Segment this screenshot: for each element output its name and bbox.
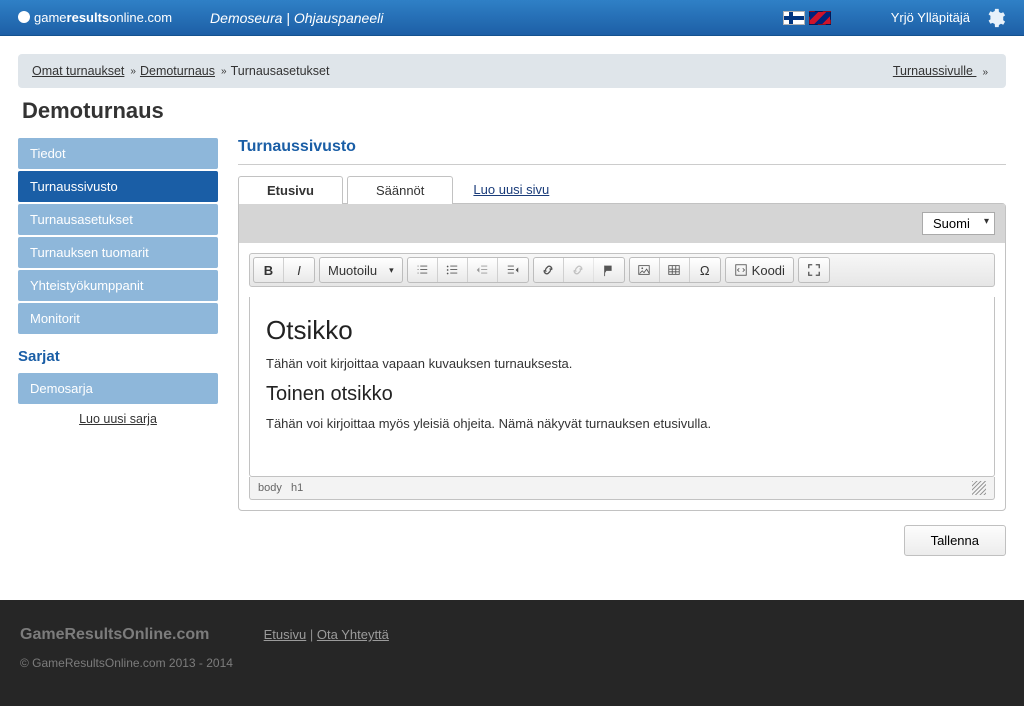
flag-uk-icon[interactable] (809, 11, 831, 25)
content-paragraph-1[interactable]: Tähän voit kirjoittaa vapaan kuvauksen t… (266, 356, 978, 371)
create-new-page-link[interactable]: Luo uusi sivu (473, 182, 549, 197)
editor-content[interactable]: Otsikko Tähän voit kirjoittaa vapaan kuv… (249, 297, 995, 477)
tab-saannot[interactable]: Säännöt (347, 176, 453, 204)
sidebar-item-monitorit[interactable]: Monitorit (18, 303, 218, 334)
special-char-button[interactable]: Ω (690, 258, 720, 282)
logo[interactable]: gameresultsonline.com (18, 10, 172, 25)
breadcrumb-tournament-page-link[interactable]: Turnaussivulle (893, 64, 977, 78)
footer-brand: GameResultsOnline.com (20, 626, 260, 644)
element-path-bar: body h1 (249, 477, 995, 500)
brand-part-results: results (67, 10, 110, 25)
bold-button[interactable]: B (254, 258, 284, 282)
maximize-button[interactable] (799, 258, 829, 282)
unlink-button[interactable] (564, 258, 594, 282)
save-button[interactable]: Tallenna (904, 525, 1006, 556)
sidebar: Tiedot Turnaussivusto Turnausasetukset T… (18, 138, 218, 556)
source-code-button[interactable]: Koodi (726, 258, 793, 282)
brand-part-online: online.com (109, 10, 172, 25)
language-select[interactable]: Suomi (922, 212, 995, 235)
logo-bubble-icon (18, 11, 30, 23)
chevron-right-icon: » (221, 66, 225, 77)
italic-button[interactable]: I (284, 258, 314, 282)
bullet-list-button[interactable] (438, 258, 468, 282)
user-area: Yrjö Ylläpitäjä (891, 7, 1006, 29)
numbered-list-button[interactable] (408, 258, 438, 282)
breadcrumb-current: Turnausasetukset (231, 64, 330, 78)
sidebar-create-series-link[interactable]: Luo uusi sarja (18, 412, 218, 426)
content-paragraph-2[interactable]: Tähän voi kirjoittaa myös yleisiä ohjeit… (266, 416, 978, 431)
format-dropdown[interactable]: Muotoilu (320, 258, 402, 282)
tab-etusivu[interactable]: Etusivu (238, 176, 343, 204)
tabs: Etusivu Säännöt Luo uusi sivu (238, 175, 1006, 203)
anchor-button[interactable] (594, 258, 624, 282)
image-button[interactable] (630, 258, 660, 282)
top-bar: gameresultsonline.com Demoseura | Ohjaus… (0, 0, 1024, 36)
indent-button[interactable] (498, 258, 528, 282)
path-h1[interactable]: h1 (291, 482, 303, 494)
flag-finland-icon[interactable] (783, 11, 805, 25)
breadcrumb-own-tournaments[interactable]: Omat turnaukset (32, 64, 124, 78)
outdent-button[interactable] (468, 258, 498, 282)
sidebar-item-turnaussivusto[interactable]: Turnaussivusto (18, 171, 218, 202)
footer: GameResultsOnline.com Etusivu | Ota Yhte… (0, 600, 1024, 706)
page-title: Demoturnaus (22, 98, 1002, 124)
footer-copyright: © GameResultsOnline.com 2013 - 2014 (20, 656, 1004, 670)
content-heading-1[interactable]: Otsikko (266, 315, 978, 346)
section-title: Turnaussivusto (238, 138, 1006, 165)
path-body[interactable]: body (258, 482, 282, 494)
footer-home-link[interactable]: Etusivu (264, 627, 307, 642)
sidebar-item-tuomarit[interactable]: Turnauksen tuomarit (18, 237, 218, 268)
user-name[interactable]: Yrjö Ylläpitäjä (891, 10, 970, 25)
breadcrumb-demo-tournament[interactable]: Demoturnaus (140, 64, 215, 78)
brand-part-game: game (34, 10, 67, 25)
gear-icon[interactable] (984, 7, 1006, 29)
header-subtitle: Demoseura | Ohjauspaneeli (210, 10, 383, 26)
link-button[interactable] (534, 258, 564, 282)
sidebar-item-tiedot[interactable]: Tiedot (18, 138, 218, 169)
sidebar-series-heading: Sarjat (18, 348, 218, 365)
content-heading-2[interactable]: Toinen otsikko (266, 383, 978, 406)
table-button[interactable] (660, 258, 690, 282)
language-bar: Suomi (239, 204, 1005, 243)
chevron-right-icon: » (130, 66, 134, 77)
breadcrumb-bar: Omat turnaukset » Demoturnaus » Turnausa… (18, 54, 1006, 88)
footer-contact-link[interactable]: Ota Yhteyttä (317, 627, 389, 642)
sidebar-item-turnausasetukset[interactable]: Turnausasetukset (18, 204, 218, 235)
editor-panel: Suomi B I Muotoilu (238, 203, 1006, 511)
sidebar-item-yhteistyokumppanit[interactable]: Yhteistyökumppanit (18, 270, 218, 301)
sidebar-item-demosarja[interactable]: Demosarja (18, 373, 218, 404)
main-content: Turnaussivusto Etusivu Säännöt Luo uusi … (238, 138, 1006, 556)
resize-handle-icon[interactable] (972, 481, 986, 495)
chevron-right-icon: » (982, 67, 986, 78)
language-flags (783, 11, 831, 25)
editor-toolbar: B I Muotoilu (249, 253, 995, 287)
